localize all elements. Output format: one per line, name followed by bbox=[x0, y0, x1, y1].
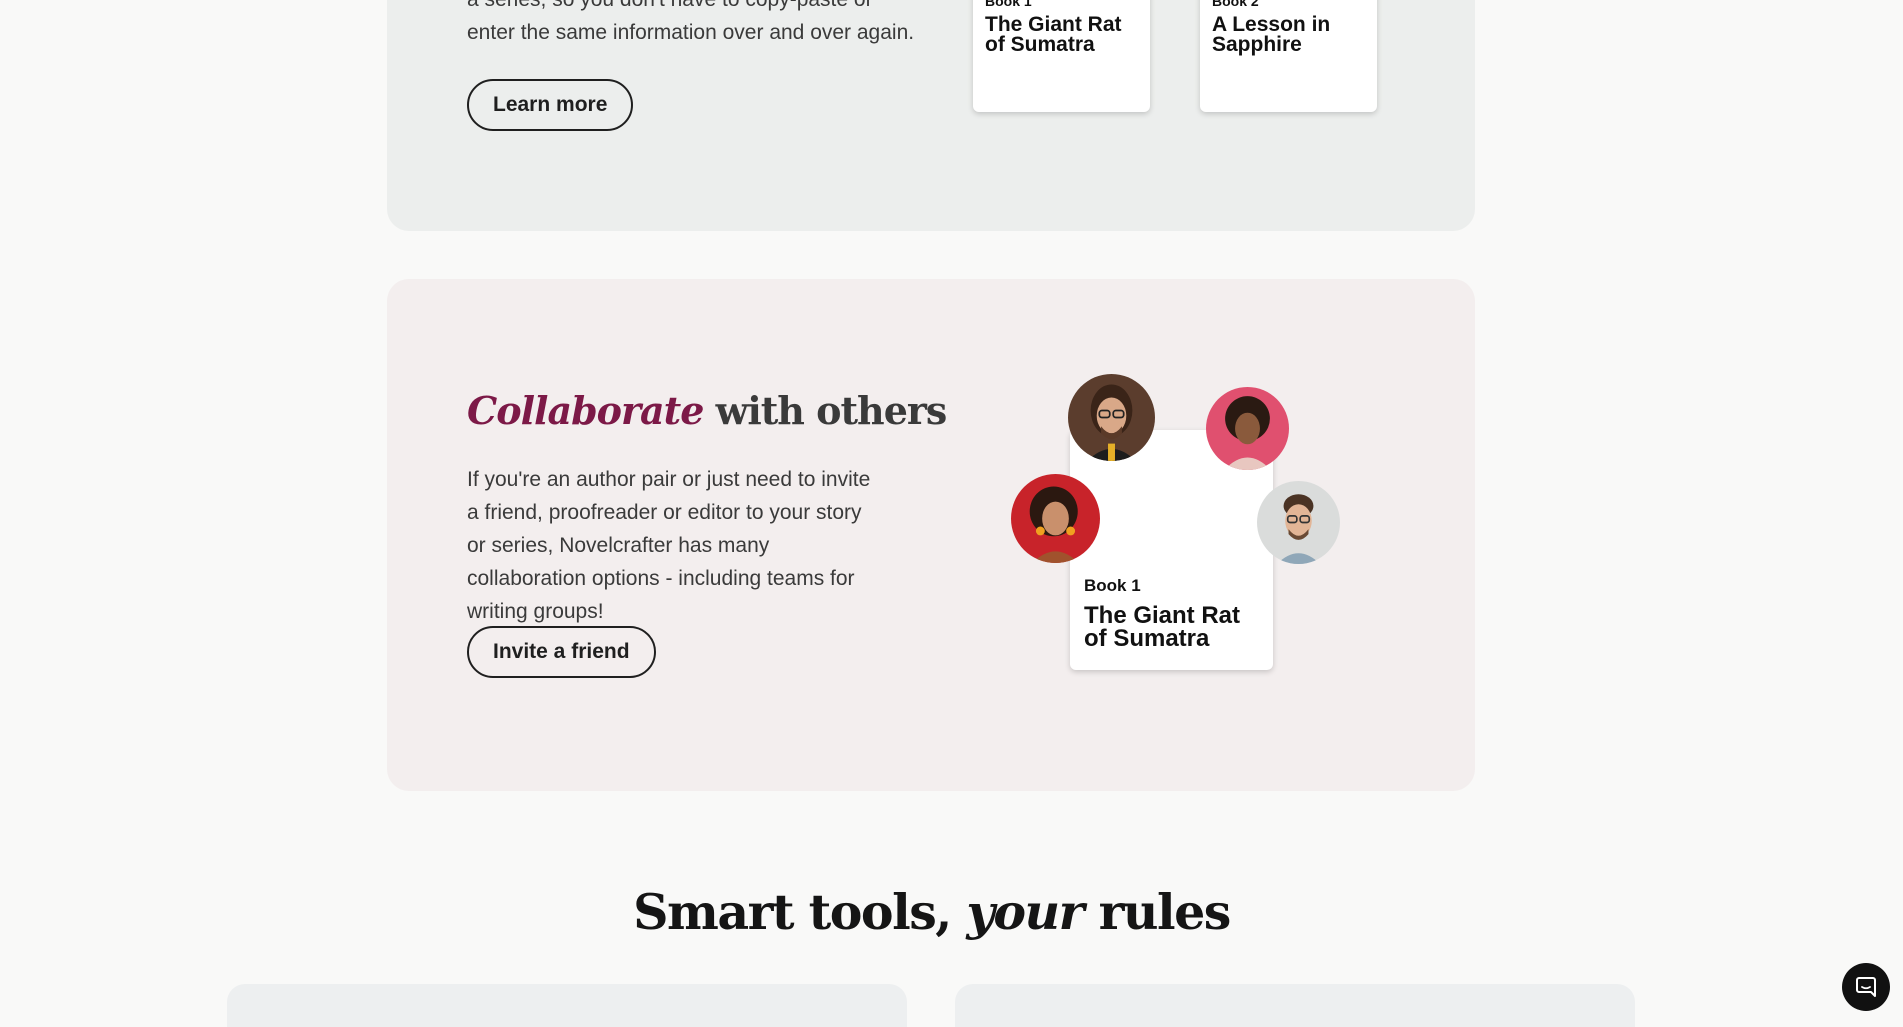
learn-more-button[interactable]: Learn more bbox=[467, 79, 634, 131]
collaborator-avatar-3 bbox=[1011, 474, 1100, 563]
book-card-2: Book 2 A Lesson in Sapphire bbox=[1200, 0, 1377, 112]
person-icon bbox=[1068, 374, 1155, 461]
invite-friend-button[interactable]: Invite a friend bbox=[467, 626, 656, 678]
book-card-title: The Giant Rat of Sumatra bbox=[1084, 602, 1241, 652]
smart-tools-heading-emphasis: your bbox=[966, 883, 1084, 941]
smart-tools-heading: Smart tools, your rules bbox=[0, 883, 1863, 941]
person-icon bbox=[1011, 474, 1100, 563]
book-card-kicker: Book 1 bbox=[985, 0, 1032, 9]
chat-launcher-button[interactable] bbox=[1842, 963, 1890, 1011]
collaborate-heading-accent: Collaborate bbox=[467, 388, 704, 433]
collaborator-avatar-2 bbox=[1206, 387, 1289, 470]
series-description-line-1: a series, so you don't have to copy-past… bbox=[467, 0, 927, 16]
collaborate-description: If you're an author pair or just need to… bbox=[467, 468, 871, 623]
smart-tools-heading-after: rules bbox=[1083, 883, 1232, 941]
collaborate-heading-rest: with others bbox=[703, 388, 948, 433]
book-card-title: A Lesson in Sapphire bbox=[1212, 13, 1331, 56]
collaborator-avatar-4 bbox=[1257, 481, 1340, 564]
series-description-line-2: enter the same information over and over… bbox=[467, 21, 915, 44]
tool-card-right bbox=[955, 984, 1635, 1027]
smart-tools-heading-before: Smart tools, bbox=[633, 883, 967, 941]
collaborate-heading: Collaborate with others bbox=[467, 388, 948, 433]
collaborator-avatar-1 bbox=[1068, 374, 1155, 461]
book-card-kicker: Book 1 bbox=[1084, 576, 1141, 595]
book-card-1: Book 1 The Giant Rat of Sumatra bbox=[973, 0, 1150, 112]
series-description: a series, so you don't have to copy-past… bbox=[467, 0, 927, 49]
book-card-kicker: Book 2 bbox=[1212, 0, 1259, 9]
book-card-title: The Giant Rat of Sumatra bbox=[985, 13, 1122, 56]
person-icon bbox=[1257, 481, 1340, 564]
chat-bubble-icon bbox=[1856, 977, 1876, 997]
tool-card-left bbox=[227, 984, 907, 1027]
person-icon bbox=[1206, 387, 1289, 470]
